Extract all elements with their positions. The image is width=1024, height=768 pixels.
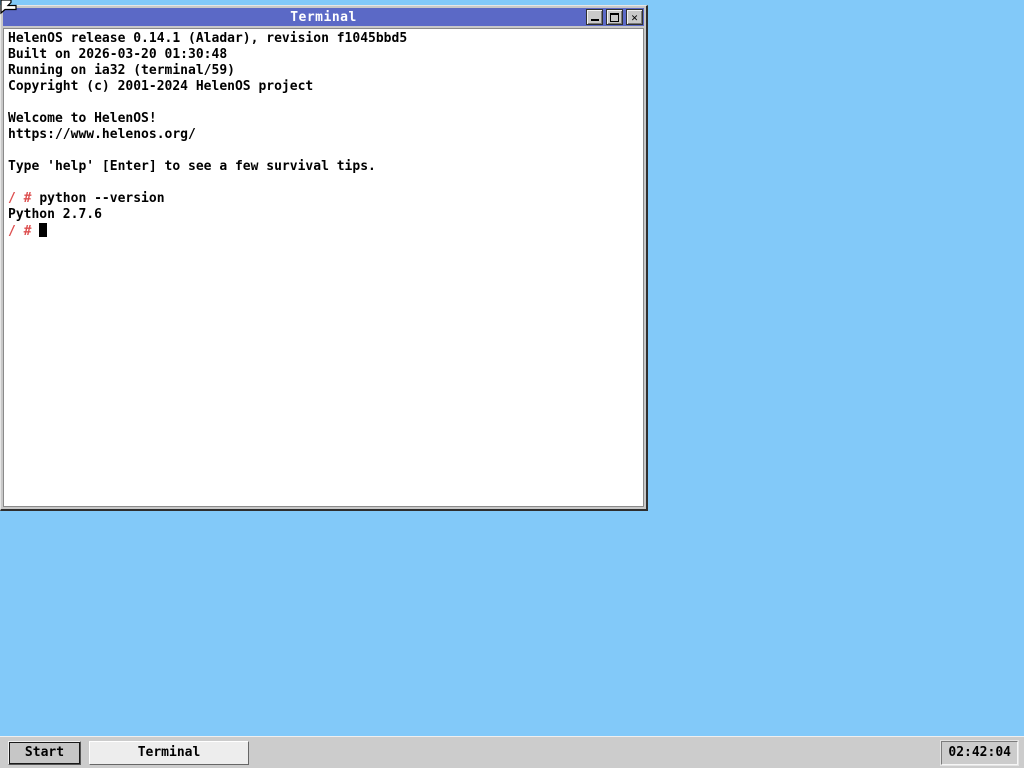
terminal-text: Welcome to HelenOS! <box>8 111 157 126</box>
terminal-text: Type 'help' [Enter] to see a few surviva… <box>8 159 376 174</box>
taskbar: Start Terminal 02:42:04 <box>0 736 1024 768</box>
close-button[interactable]: ✕ <box>626 9 643 25</box>
terminal-window: Terminal ✕ HelenOS release 0.14.1 (Alada… <box>0 5 648 511</box>
terminal-text: Running on ia32 (terminal/59) <box>8 63 235 78</box>
shell-prompt: / # <box>8 191 40 206</box>
terminal-text: HelenOS release 0.14.1 (Aladar), revisio… <box>8 31 408 46</box>
text-cursor <box>39 223 48 237</box>
terminal-line: Type 'help' [Enter] to see a few surviva… <box>8 159 639 175</box>
taskbar-clock: 02:42:04 <box>941 740 1018 765</box>
terminal-line: Running on ia32 (terminal/59) <box>8 63 639 79</box>
close-icon: ✕ <box>631 10 638 24</box>
maximize-button[interactable] <box>606 9 623 25</box>
terminal-line: / # <box>8 223 639 239</box>
maximize-icon <box>610 12 619 22</box>
terminal-line: Python 2.7.6 <box>8 207 639 223</box>
shell-prompt: / # <box>8 224 40 239</box>
start-button[interactable]: Start <box>8 740 81 765</box>
terminal-text: python --version <box>39 191 165 206</box>
terminal-line: HelenOS release 0.14.1 (Aladar), revisio… <box>8 31 639 47</box>
terminal-line: https://www.helenos.org/ <box>8 127 639 143</box>
taskbar-window-button-terminal[interactable]: Terminal <box>89 740 249 765</box>
terminal-text: https://www.helenos.org/ <box>8 127 196 142</box>
terminal-line: Copyright (c) 2001-2024 HelenOS project <box>8 79 639 95</box>
terminal-line: / # python --version <box>8 191 639 207</box>
terminal-line: Welcome to HelenOS! <box>8 111 639 127</box>
window-titlebar[interactable]: Terminal ✕ <box>3 8 644 26</box>
minimize-button[interactable] <box>586 9 603 25</box>
terminal-text: Built on 2026-03-20 01:30:48 <box>8 47 228 62</box>
minimize-icon <box>591 19 599 21</box>
window-title: Terminal <box>290 9 357 25</box>
terminal-output[interactable]: HelenOS release 0.14.1 (Aladar), revisio… <box>3 28 644 507</box>
window-controls: ✕ <box>586 9 643 25</box>
terminal-text: Python 2.7.6 <box>8 207 102 222</box>
terminal-text: Copyright (c) 2001-2024 HelenOS project <box>8 79 314 94</box>
terminal-line: Built on 2026-03-20 01:30:48 <box>8 47 639 63</box>
